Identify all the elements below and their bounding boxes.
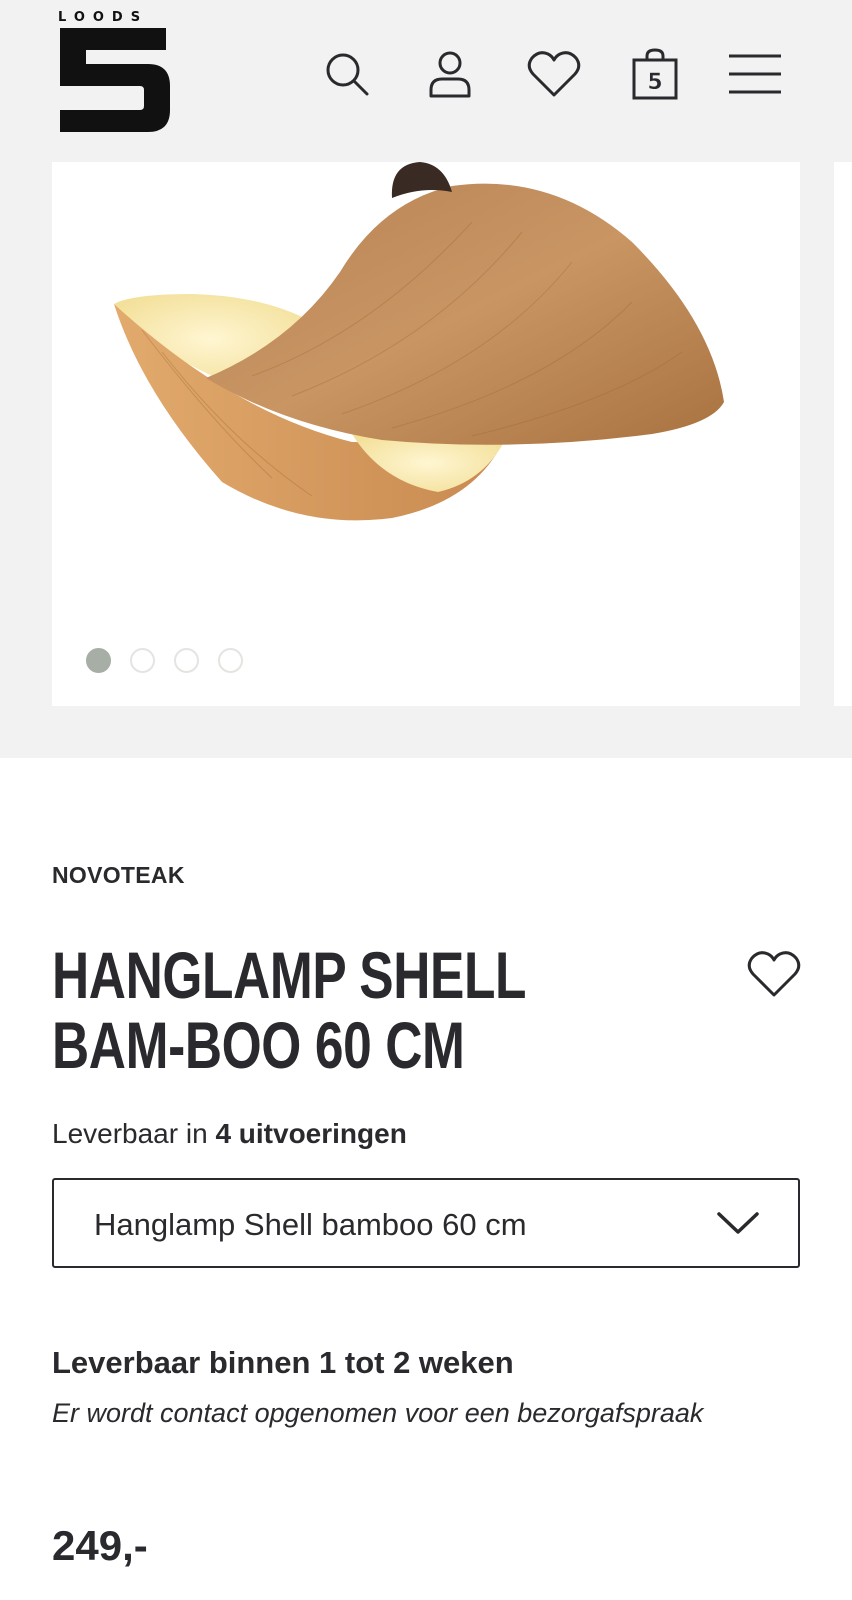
variants-prefix: Leverbaar in: [52, 1118, 208, 1149]
heart-icon: [527, 51, 581, 97]
chevron-down-icon: [717, 1212, 759, 1234]
wishlist-button[interactable]: [526, 46, 582, 102]
pagination-dot-2[interactable]: [130, 648, 155, 673]
hamburger-menu-icon: [729, 54, 781, 94]
variant-select[interactable]: Hanglamp Shell bamboo 60 cm: [52, 1178, 800, 1268]
shopping-bag-icon: 5: [632, 48, 678, 100]
delivery-time: Leverbaar binnen 1 tot 2 weken: [52, 1345, 514, 1380]
variant-select-value: Hanglamp Shell bamboo 60 cm: [94, 1207, 527, 1242]
variants-count: 4 uitvoeringen: [215, 1118, 407, 1149]
gallery-pagination: [86, 648, 243, 673]
heart-icon: [747, 951, 801, 997]
cart-count: 5: [647, 70, 662, 95]
product-image: [114, 162, 724, 521]
menu-button[interactable]: [727, 46, 783, 102]
search-button[interactable]: [319, 46, 375, 102]
product-brand[interactable]: NOVOTEAK: [52, 862, 185, 889]
variants-availability: Leverbaar in 4 uitvoeringen: [52, 1118, 407, 1150]
gallery-slide[interactable]: [52, 162, 800, 706]
pagination-dot-4[interactable]: [218, 648, 243, 673]
add-to-wishlist-button[interactable]: [746, 946, 802, 1002]
logo-five-mark: [60, 28, 170, 132]
gallery-next-slide-peek[interactable]: [834, 162, 852, 706]
product-price: 249,-: [52, 1522, 148, 1569]
loods5-logo[interactable]: LOODS: [50, 8, 178, 132]
search-icon: [326, 53, 369, 96]
pagination-dot-1[interactable]: [86, 648, 111, 673]
account-button[interactable]: [422, 46, 478, 102]
product-gallery[interactable]: [0, 160, 852, 758]
cart-button[interactable]: 5: [627, 46, 683, 102]
delivery-note: Er wordt contact opgenomen voor een bezo…: [52, 1398, 704, 1428]
product-title: HANGLAMP SHELL BAM-BOO 60 CM: [52, 938, 526, 1082]
pagination-dot-3[interactable]: [174, 648, 199, 673]
user-icon: [429, 51, 471, 98]
site-header: LOODS 5: [0, 0, 852, 160]
